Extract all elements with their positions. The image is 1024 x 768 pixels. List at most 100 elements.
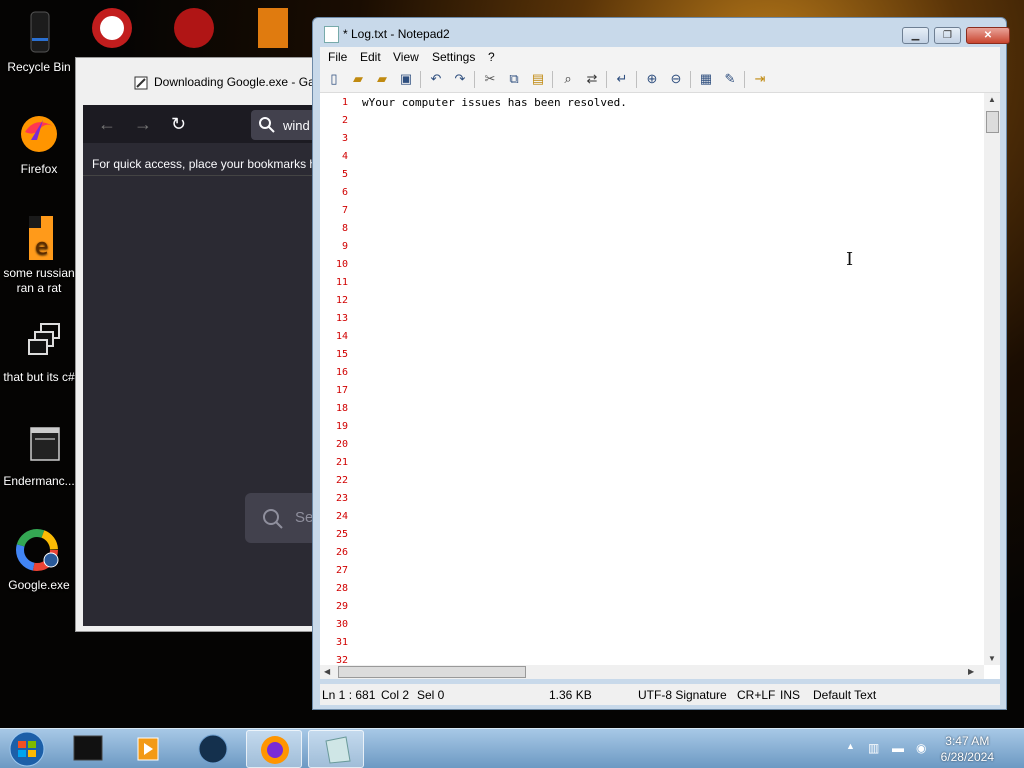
minimize-button[interactable]: ▁ (902, 27, 929, 44)
notepad-window[interactable]: * Log.txt - Notepad2 ▁ ❐ ✕ File Edit Vie… (312, 17, 1010, 710)
line-number: 26 (335, 547, 348, 558)
paste-icon[interactable]: ▤ (530, 71, 546, 87)
customize-scheme-icon[interactable]: ✎ (722, 71, 738, 87)
partial-desktop-icons (90, 0, 310, 52)
find-icon[interactable]: ⌕ (560, 71, 576, 87)
status-line-endings[interactable]: CR+LF (737, 688, 775, 702)
menu-file[interactable]: File (328, 50, 347, 64)
toolbar-separator (744, 71, 745, 88)
taskbar-app-terminal[interactable] (60, 730, 116, 768)
menu-help[interactable]: ? (488, 50, 495, 64)
firefox-icon (15, 110, 63, 158)
zoom-out-icon[interactable]: ⊖ (668, 71, 684, 87)
line-number: 7 (341, 205, 348, 216)
taskbar: ▲ ▥ ▬ ◉ 3:47 AM 6/28/2024 (0, 728, 1024, 768)
status-line: Ln 1 : 681 (322, 688, 376, 702)
undo-icon[interactable]: ↶ (428, 71, 444, 87)
monitor-tray-icon[interactable]: ▬ (892, 741, 904, 755)
scroll-down-icon[interactable]: ▼ (988, 654, 996, 663)
status-encoding[interactable]: UTF-8 Signature (638, 688, 727, 702)
line-number: 24 (335, 511, 348, 522)
terminal-icon (73, 735, 103, 761)
scroll-right-icon[interactable]: ▶ (968, 667, 974, 676)
horizontal-scrollbar[interactable]: ◀ ▶ (320, 665, 984, 679)
save-icon[interactable]: ▣ (398, 71, 414, 87)
zoom-in-icon[interactable]: ⊕ (644, 71, 660, 87)
url-text: wind (283, 118, 310, 133)
close-button[interactable]: ✕ (966, 27, 1010, 44)
line-number: 8 (341, 223, 348, 234)
desktop-icon-csharp[interactable]: that but its c# (0, 318, 78, 385)
show-hidden-icons-icon[interactable]: ▲ (846, 741, 855, 751)
desktop-icon-label: some russian ran a rat (3, 266, 75, 295)
status-insert-mode[interactable]: INS (780, 688, 800, 702)
exit-icon[interactable]: ⇥ (752, 71, 768, 87)
desktop-icon-firefox[interactable]: Firefox (0, 110, 78, 177)
system-clock[interactable]: 3:47 AM 6/28/2024 (941, 733, 994, 765)
line-number: 9 (341, 241, 348, 252)
taskbar-app-media[interactable] (120, 730, 176, 768)
desktop-icon-russian-rat[interactable]: e some russian ran a rat (0, 214, 78, 296)
menu-edit[interactable]: Edit (360, 50, 381, 64)
redo-icon[interactable]: ↷ (452, 71, 468, 87)
scheme-icon[interactable]: ▦ (698, 71, 714, 87)
download-icon (134, 76, 148, 90)
new-file-icon[interactable]: ▯ (326, 71, 342, 87)
taskbar-app-notepad[interactable] (308, 730, 364, 768)
forward-icon[interactable]: → (134, 114, 152, 135)
maximize-button[interactable]: ❐ (934, 27, 961, 44)
volume-tray-icon[interactable]: ◉ (916, 741, 926, 755)
window-title: * Log.txt - Notepad2 (343, 27, 450, 41)
menu-view[interactable]: View (393, 50, 419, 64)
line-number: 23 (335, 493, 348, 504)
status-scheme[interactable]: Default Text (813, 688, 876, 702)
vertical-scrollbar[interactable]: ▲ ▼ (984, 93, 1000, 665)
open-folder-icon[interactable]: ▰ (350, 71, 366, 87)
desktop-icon-recycle-bin[interactable]: Recycle Bin (0, 8, 78, 75)
toolbar-separator (606, 71, 607, 88)
executable-file-icon: e (15, 214, 63, 262)
word-wrap-icon[interactable]: ↵ (614, 71, 630, 87)
horizontal-scroll-thumb[interactable] (338, 666, 526, 678)
desktop-icon-google-exe[interactable]: Google.exe (0, 526, 78, 593)
status-file-size: 1.36 KB (549, 688, 592, 702)
program-window-icon (15, 422, 63, 470)
taskbar-app-firefox[interactable] (246, 730, 302, 768)
browse-icon[interactable]: ▰ (374, 71, 390, 87)
menu-bar: File Edit View Settings ? (320, 47, 1000, 67)
url-bar[interactable]: wind (251, 110, 321, 140)
notepad-icon (324, 26, 339, 43)
globe-icon (198, 734, 228, 764)
back-icon[interactable]: ← (98, 114, 116, 135)
scroll-left-icon[interactable]: ◀ (324, 667, 330, 676)
copy-icon[interactable]: ⧉ (506, 71, 522, 87)
toolbar-separator (690, 71, 691, 88)
scroll-up-icon[interactable]: ▲ (988, 95, 996, 104)
line-number: 30 (335, 619, 348, 630)
desktop-icon-label: Endermanc... (3, 474, 75, 488)
status-bar: Ln 1 : 681 Col 2 Sel 0 1.36 KB UTF-8 Sig… (320, 684, 1000, 705)
vertical-scroll-thumb[interactable] (986, 111, 999, 133)
toolbar-separator (474, 71, 475, 88)
search-icon (263, 509, 283, 529)
text-editor[interactable]: 1 2 3 4 5 6 7 8 9 10 11 12 13 14 15 16 17 18 19 20 21 22 23 24 2… (320, 93, 1000, 679)
line-number: 2 (341, 115, 348, 126)
browser-window[interactable]: Downloading Google.exe - Ga ← → ↻ wind F… (75, 57, 325, 632)
line-number-gutter: 1 2 3 4 5 6 7 8 9 10 11 12 13 14 15 16 17 18 19 20 21 22 23 24 2… (320, 93, 350, 679)
menu-settings[interactable]: Settings (432, 50, 475, 64)
reload-icon[interactable]: ↻ (171, 114, 186, 135)
line-number: 21 (335, 457, 348, 468)
taskbar-app-globe[interactable] (185, 730, 241, 768)
replace-icon[interactable]: ⇄ (584, 71, 600, 87)
editor-text[interactable]: wYour computer issues has been resolved. (362, 96, 627, 109)
desktop-icon-endermanch[interactable]: Endermanc... (0, 422, 78, 489)
search-icon (259, 117, 275, 133)
line-number: 29 (335, 601, 348, 612)
line-number: 11 (335, 277, 348, 288)
line-number: 14 (335, 331, 348, 342)
desktop-icon-label: Firefox (20, 162, 58, 176)
network-tray-icon[interactable]: ▥ (868, 741, 879, 755)
start-button[interactable] (0, 730, 56, 768)
cut-icon[interactable]: ✂ (482, 71, 498, 87)
line-number: 20 (335, 439, 348, 450)
